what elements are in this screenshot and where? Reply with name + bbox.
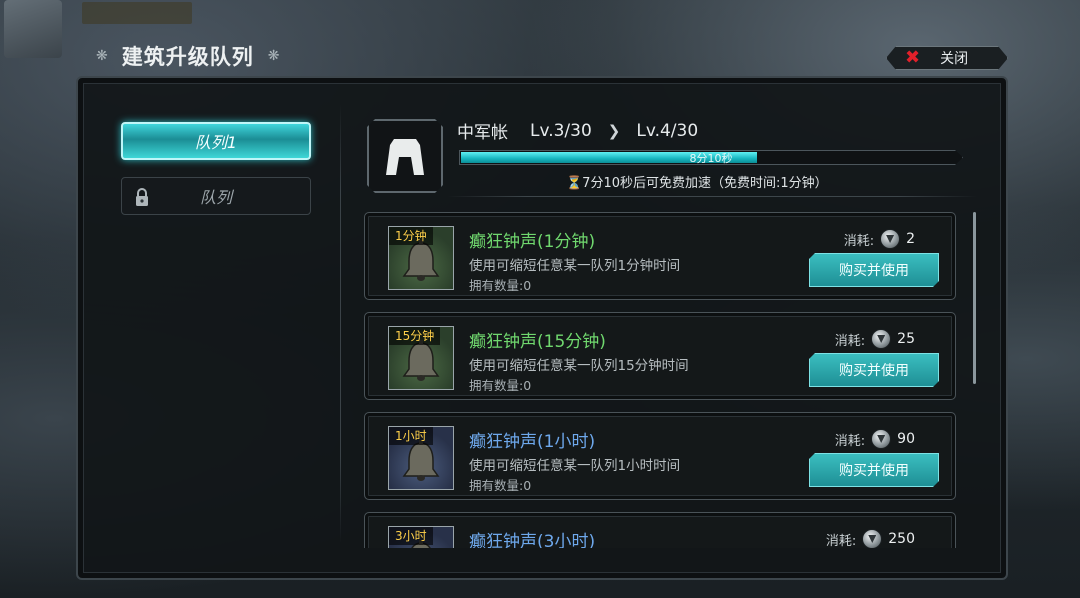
next-level: Lv.4/30 [636, 120, 699, 141]
item-owned-count: 拥有数量:0 [469, 378, 532, 393]
panel-divider [340, 104, 341, 544]
current-level: Lv.3/30 [530, 120, 592, 141]
cost-value: 2 [906, 231, 915, 247]
cost-label: 消耗: [843, 233, 875, 249]
gem-icon [871, 429, 892, 449]
cost-value: 90 [897, 431, 915, 447]
item-cost: 消耗: 90 [835, 429, 915, 449]
gem-icon [862, 529, 883, 548]
tab-queue-locked[interactable]: 队列 [121, 177, 311, 215]
tab-queue-locked-label: 队列 [199, 188, 232, 207]
duration-tag: 1分钟 [389, 227, 433, 245]
item-name: 癫狂钟声(1分钟) [469, 232, 596, 252]
cost-value: 250 [888, 531, 915, 547]
upgrade-progress-bar: 8分10秒 [459, 150, 963, 165]
buy-and-use-button[interactable]: 购买并使用 [809, 453, 939, 487]
bell-icon [401, 339, 441, 389]
lock-icon [136, 188, 148, 206]
building-info: 中军帐 Lv.3/30 ❯ Lv.4/30 [457, 118, 699, 144]
buy-and-use-button[interactable]: 购买并使用 [809, 353, 939, 387]
bell-item-thumbnail: 3小时 [388, 526, 454, 548]
gem-icon [871, 329, 892, 349]
bell-icon [401, 239, 441, 289]
top-badge [82, 2, 192, 24]
speedup-item[interactable]: 1分钟 癫狂钟声(1分钟) 使用可缩短任意某一队列1分钟时间 拥有数量:0 消耗: … [364, 212, 956, 300]
avatar[interactable] [4, 0, 62, 58]
building-name: 中军帐 [457, 123, 508, 143]
level-arrow-icon: ❯ [607, 121, 621, 140]
tab-queue-1[interactable]: 队列1 [121, 122, 311, 160]
cost-label: 消耗: [825, 533, 857, 549]
speedup-item[interactable]: 15分钟 癫狂钟声(15分钟) 使用可缩短任意某一队列15分钟时间 拥有数量:0 消… [364, 312, 956, 400]
item-name: 癫狂钟声(3小时) [469, 532, 596, 548]
list-scrollbar[interactable] [973, 212, 976, 384]
item-description: 使用可缩短任意某一队列1分钟时间 [469, 258, 681, 274]
speedup-item[interactable]: 1小时 癫狂钟声(1小时) 使用可缩短任意某一队列1小时时间 拥有数量:0 消耗: … [364, 412, 956, 500]
duration-tag: 3小时 [389, 527, 433, 545]
cost-value: 25 [897, 331, 915, 347]
item-name: 癫狂钟声(15分钟) [469, 332, 606, 352]
item-description: 使用可缩短任意某一队列15分钟时间 [469, 358, 689, 374]
page-title: 建筑升级队列 [121, 45, 254, 69]
item-cost: 消耗: 2 [844, 229, 915, 249]
item-owned-count: 拥有数量:0 [469, 278, 532, 293]
title-left-ornament-icon: ❋ [96, 48, 108, 64]
close-label: 关闭 [940, 51, 969, 67]
title-right-ornament-icon: ❋ [267, 48, 280, 64]
close-button[interactable]: ✖ 关闭 [886, 46, 1008, 70]
duration-tag: 1小时 [389, 427, 433, 445]
speedup-item-list[interactable]: 1分钟 癫狂钟声(1分钟) 使用可缩短任意某一队列1分钟时间 拥有数量:0 消耗: … [364, 212, 958, 548]
header-separator [447, 196, 977, 197]
speedup-item[interactable]: 3小时 癫狂钟声(3小时) 消耗: 250 [364, 512, 956, 548]
cost-label: 消耗: [834, 433, 866, 449]
bell-item-thumbnail: 1小时 [388, 426, 454, 490]
item-cost: 消耗: 25 [835, 329, 915, 349]
tab-queue-1-label: 队列1 [194, 133, 238, 152]
duration-tag: 15分钟 [389, 327, 441, 345]
item-name: 癫狂钟声(1小时) [469, 432, 596, 452]
gem-icon [880, 229, 901, 249]
bell-icon [401, 439, 441, 489]
page-header: ❋ 建筑升级队列 ❋ [96, 40, 279, 72]
item-cost: 消耗: 250 [826, 529, 915, 548]
building-icon [367, 119, 443, 193]
close-icon: ✖ [905, 47, 921, 68]
cost-label: 消耗: [834, 333, 866, 349]
progress-time: 8分10秒 [689, 152, 733, 165]
tent-icon [380, 131, 430, 181]
bell-item-thumbnail: 1分钟 [388, 226, 454, 290]
item-description: 使用可缩短任意某一队列1小时时间 [469, 458, 681, 474]
free-speedup-tip: ⏳7分10秒后可免费加速（免费时间:1分钟） [566, 176, 828, 191]
item-owned-count: 拥有数量:0 [469, 478, 532, 493]
buy-and-use-button[interactable]: 购买并使用 [809, 253, 939, 287]
bell-item-thumbnail: 15分钟 [388, 326, 454, 390]
